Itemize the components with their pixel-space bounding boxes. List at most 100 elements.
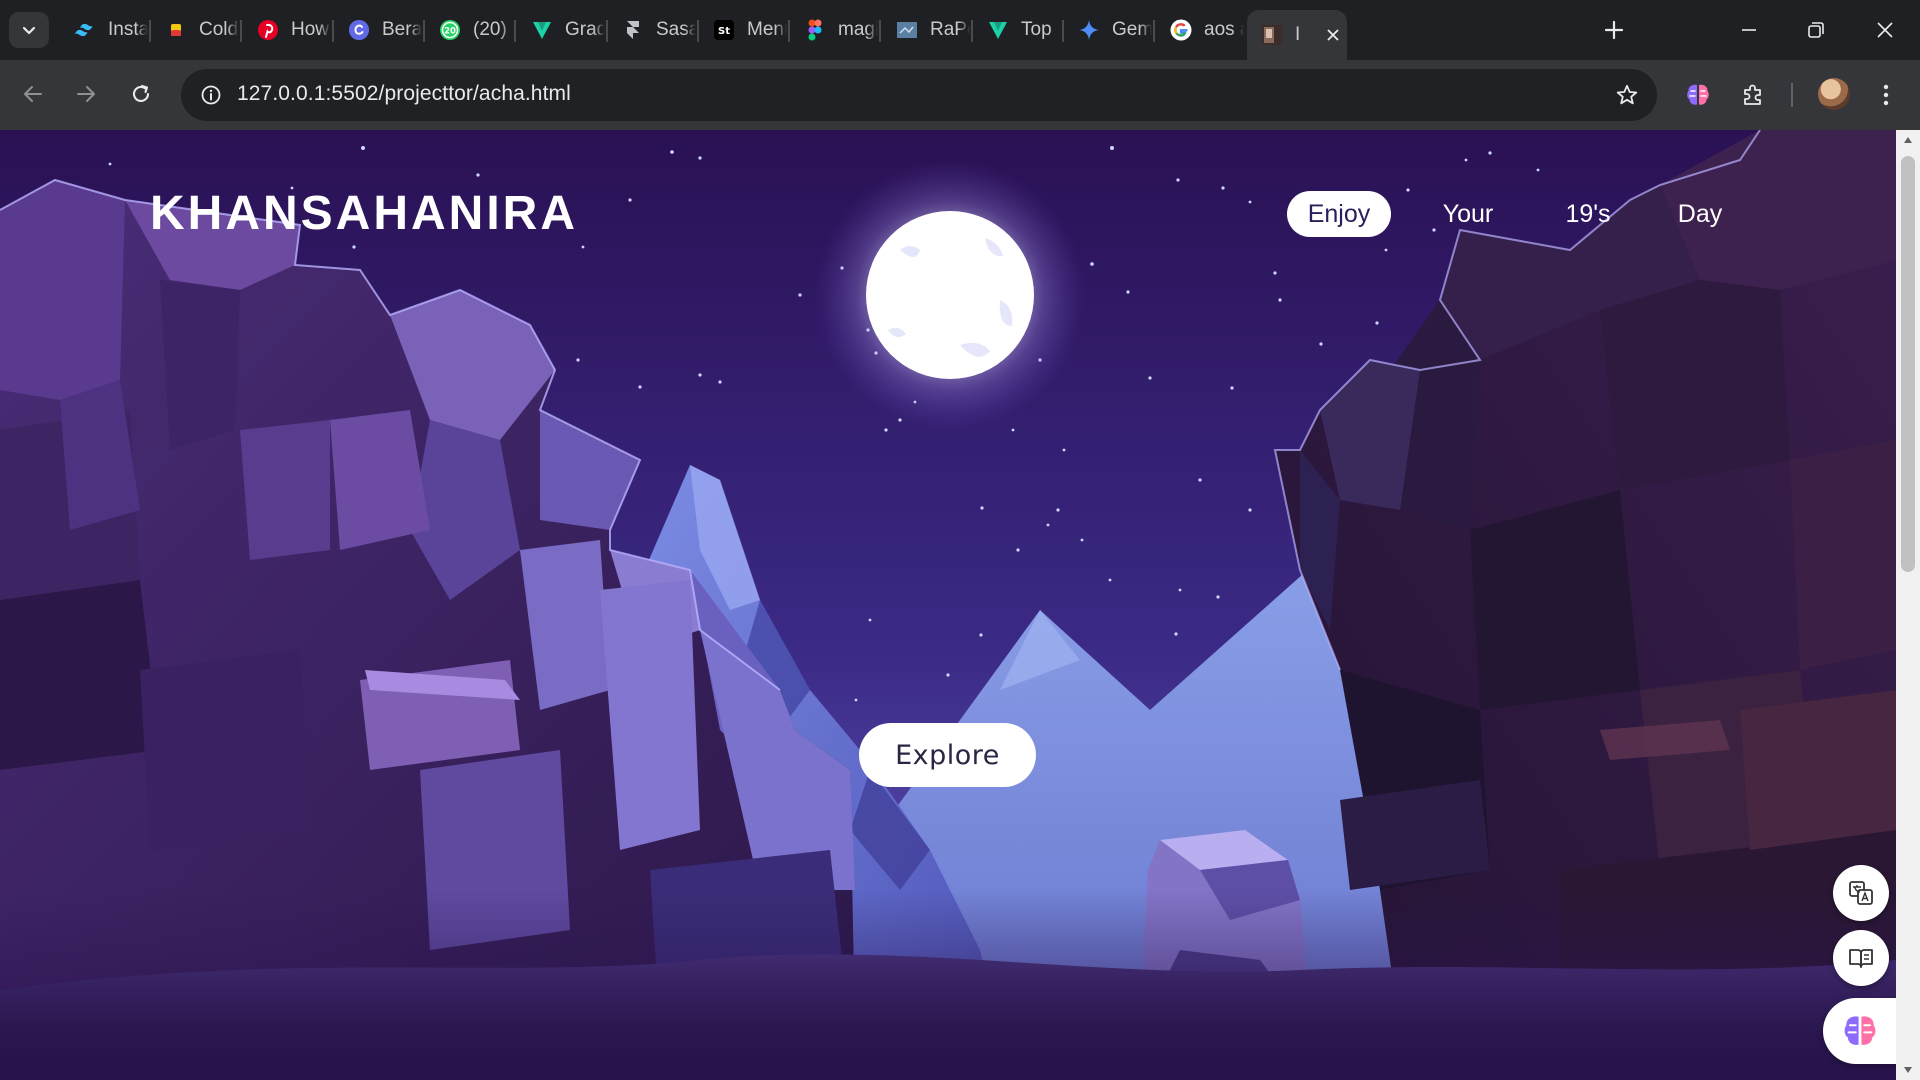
browser-tab[interactable]: Top [973,10,1061,50]
chevron-down-icon [22,26,36,35]
extension-brain-button[interactable] [1678,75,1718,115]
night-landscape-illustration [0,130,1896,1080]
stripe-st-icon: St [711,17,737,43]
main-nav: Enjoy Your 19's Day [0,191,1896,237]
site-info-button[interactable] [193,77,229,113]
nav-item-enjoy[interactable]: Enjoy [1287,191,1391,237]
close-window-button[interactable] [1855,8,1915,52]
tailwind-icon [72,17,98,43]
close-tab-icon[interactable] [1323,25,1343,45]
minimize-button[interactable] [1719,8,1779,52]
browser-menu-button[interactable] [1866,75,1906,115]
tab-label: Menu [747,19,787,40]
coldplay-icon [163,17,189,43]
framer-icon [620,17,646,43]
address-bar[interactable]: 127.0.0.1:5502/projecttor/acha.html [181,69,1657,121]
arrow-right-icon [77,86,95,102]
reload-button[interactable] [121,74,161,114]
tab-label: RaPo [930,19,970,40]
tab-separator [240,20,242,42]
profile-avatar[interactable] [1818,78,1850,110]
vuetify-icon [529,17,555,43]
triangle-down-icon [1904,1067,1912,1073]
tab-label: (20) [473,19,507,40]
arrow-left-icon [24,86,42,102]
explore-button[interactable]: Explore [859,723,1036,787]
figma-icon [802,17,828,43]
browser-tab[interactable]: Bera [334,10,422,50]
browser-tab[interactable]: St Menu [699,10,787,50]
tab-label: Bera [382,19,422,40]
info-icon [201,85,221,105]
tab-separator [514,20,516,42]
restore-button[interactable] [1786,8,1846,52]
gemini-icon [1076,17,1102,43]
tab-label: Top [1021,19,1052,40]
puzzle-icon [1744,84,1761,105]
brain-icon [1687,84,1709,105]
tab-active[interactable]: I [1247,10,1347,60]
browser-tab[interactable]: 20 (20) [425,10,513,50]
pinterest-icon [255,17,281,43]
nav-item-day[interactable]: Day [1666,191,1734,237]
tab-label: Insta [108,19,148,40]
reader-mode-button[interactable] [1833,930,1889,986]
translate-button[interactable] [1833,865,1889,921]
extensions-button[interactable] [1733,75,1773,115]
brain-icon [1844,1016,1875,1045]
browser-tab[interactable]: Insta [60,10,148,50]
scroll-thumb[interactable] [1901,156,1915,572]
tab-label: Sasa [656,19,696,40]
browser-toolbar: 127.0.0.1:5502/projecttor/acha.html [0,60,1920,130]
toolbar-divider [1791,83,1793,107]
scroll-down-button[interactable] [1896,1060,1920,1080]
browser-tab[interactable]: RaPo [882,10,970,50]
book-icon [1849,949,1873,968]
browser-tab[interactable]: Cold [151,10,239,50]
close-icon [1877,22,1893,38]
page-scrollbar[interactable] [1896,130,1920,1080]
tab-label: aos a [1204,19,1244,40]
tab-strip: Insta Cold How Bera 20 (20) Grad Sasa St Menu magi… [0,0,1920,60]
google-icon [1168,17,1194,43]
tab-label: magi [838,19,878,40]
rapo-icon [894,17,920,43]
tab-separator [1153,20,1155,42]
forward-button[interactable] [66,74,106,114]
whatsapp-icon: 20 [437,17,463,43]
browser-tab[interactable]: Sasa [608,10,696,50]
browser-tab[interactable]: aos a [1156,10,1244,50]
tab-label: Grad [565,19,605,40]
bookmark-button[interactable] [1609,77,1645,113]
tab-label: I [1295,24,1301,45]
canva-icon [346,17,372,43]
restore-icon [1808,22,1824,38]
minimize-icon [1742,29,1756,31]
nav-item-your[interactable]: Your [1426,191,1510,237]
browser-tab[interactable]: magi [790,10,878,50]
assistant-button[interactable] [1823,998,1896,1064]
tab-label: Cold [199,19,239,40]
svg-text:20: 20 [444,27,456,37]
url-text[interactable]: 127.0.0.1:5502/projecttor/acha.html [237,82,571,106]
tab-label: Gem [1112,19,1152,40]
tab-search-button[interactable] [9,12,49,48]
new-tab-button[interactable] [1596,12,1632,48]
back-button[interactable] [13,74,53,114]
browser-tab[interactable]: Gem [1064,10,1152,50]
scroll-up-button[interactable] [1896,130,1920,150]
kebab-menu-icon [1883,84,1889,106]
translate-icon [1849,881,1873,905]
plus-icon [1604,20,1624,40]
triangle-up-icon [1904,137,1912,143]
page-thumbnail-icon [1259,22,1285,48]
vuetify-icon [985,17,1011,43]
reload-icon [133,84,150,102]
nav-item-19s[interactable]: 19's [1550,191,1626,237]
tab-label: How [291,19,330,40]
svg-text:St: St [718,26,730,37]
browser-tab[interactable]: How [243,10,331,50]
page-viewport: KHANSAHANIRA Enjoy Your 19's Day Explore [0,130,1896,1080]
tab-separator [879,20,881,42]
browser-tab[interactable]: Grad [517,10,605,50]
